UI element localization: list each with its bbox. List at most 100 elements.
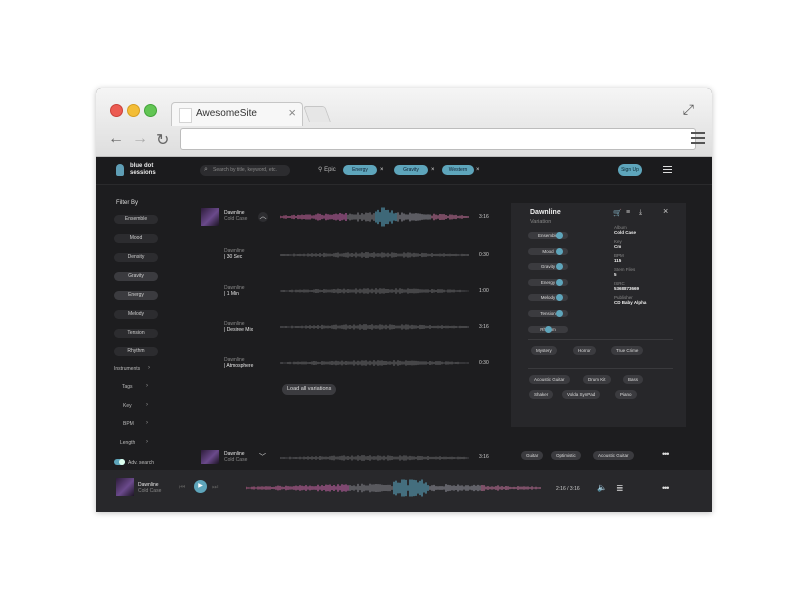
volume-icon[interactable]: 🔈 [597, 483, 607, 492]
slider-knob[interactable] [556, 310, 564, 317]
address-bar[interactable] [180, 128, 696, 150]
section-key[interactable]: Key [123, 403, 132, 409]
browser-menu-icon[interactable] [691, 132, 705, 147]
section-length[interactable]: Length [120, 440, 135, 446]
attr-slider-mood[interactable]: Mood [528, 247, 568, 255]
instrument-tag[interactable]: Acoustic Guitar [529, 375, 570, 384]
cart-icon[interactable]: 🛒 [613, 209, 622, 217]
instrument-tag[interactable]: Drum Kit [583, 375, 611, 384]
hamburger-menu-icon[interactable] [663, 166, 672, 175]
meta-isrc: ISRC 5368873669 [614, 281, 640, 291]
filter-heading: Filter By [116, 200, 139, 206]
filter-chip-energy[interactable]: Energy [343, 165, 377, 175]
filter-pill-gravity[interactable]: Gravity [114, 272, 158, 281]
remove-filter-western-icon[interactable]: × [476, 165, 480, 175]
slider-knob[interactable] [544, 325, 552, 333]
mood-tag[interactable]: Horror [573, 346, 596, 355]
variation-1[interactable]: Dawnline | 30 Sec [224, 248, 245, 260]
second-waveform[interactable] [280, 452, 470, 464]
variation-4[interactable]: Dawnline | Atmosphere [224, 357, 253, 369]
instrument-tag[interactable]: Bass [623, 375, 644, 384]
close-window-button[interactable] [110, 104, 123, 117]
previous-icon[interactable]: ⏮ [179, 484, 185, 492]
track-tag[interactable]: Acoustic Guitar [593, 451, 634, 460]
section-bpm[interactable]: BPM [123, 421, 134, 427]
playlist-add-icon[interactable]: ≡ [626, 209, 630, 216]
chevron-right-icon[interactable]: › [148, 365, 150, 371]
slider-knob[interactable] [556, 294, 564, 302]
filter-pill-energy[interactable]: Energy [114, 291, 158, 300]
variation-4-waveform[interactable] [280, 357, 470, 369]
track-info[interactable]: Dawnline Cold Case [224, 210, 247, 222]
slider-knob[interactable] [556, 278, 564, 286]
next-icon[interactable]: ⏭ [212, 484, 218, 492]
section-tags[interactable]: Tags [122, 384, 133, 390]
adv-search-toggle[interactable] [114, 459, 125, 465]
remove-filter-energy-icon[interactable]: × [380, 165, 384, 175]
variation-2[interactable]: Dawnline | 1 Min [224, 285, 245, 297]
chevron-right-icon[interactable]: › [146, 439, 148, 445]
attr-slider-rhythm[interactable]: Rhythm [528, 325, 568, 333]
maximize-window-button[interactable] [144, 104, 157, 117]
sign-up-button[interactable]: Sign Up [618, 164, 642, 176]
load-all-variations-button[interactable]: Load all variations [282, 384, 337, 395]
attr-slider-melody[interactable]: Melody [528, 294, 568, 302]
mood-tag[interactable]: True Crime [611, 346, 644, 355]
filter-chip-gravity[interactable]: Gravity [394, 165, 428, 175]
expand-chevron-icon[interactable]: ﹀ [259, 452, 266, 462]
variation-3[interactable]: Dawnline | Desiree Mix [224, 321, 253, 333]
fullscreen-icon[interactable]: ⤢ [683, 101, 694, 118]
album-cover[interactable] [201, 450, 219, 464]
track-tag[interactable]: Optimistic [551, 451, 581, 460]
slider-knob[interactable] [556, 247, 564, 255]
slider-knob[interactable] [556, 232, 564, 239]
player-waveform[interactable] [246, 479, 541, 497]
variation-1-waveform[interactable] [280, 249, 470, 261]
chevron-right-icon[interactable]: › [146, 420, 148, 426]
attr-slider-energy[interactable]: Energy [528, 278, 568, 286]
chevron-right-icon[interactable]: › [146, 402, 148, 408]
slider-knob[interactable] [556, 263, 564, 271]
attr-slider-tension[interactable]: Tension [528, 310, 568, 317]
player-album-cover[interactable] [116, 478, 134, 496]
minimize-window-button[interactable] [127, 104, 140, 117]
chevron-right-icon[interactable]: › [146, 383, 148, 389]
section-instruments[interactable]: Instruments [114, 366, 140, 372]
meta-publisher: Publisher CD Baby Alpha [614, 295, 647, 305]
instrument-tag[interactable]: Shaker [529, 390, 554, 399]
track-tag[interactable]: Guitar [521, 451, 544, 460]
forward-icon[interactable]: → [132, 130, 148, 148]
instrument-tag[interactable]: Piano [615, 390, 637, 399]
mood-tag[interactable]: Mystery [531, 346, 557, 355]
filter-pill-density[interactable]: Density [114, 253, 158, 262]
filter-pill-mood[interactable]: Mood [114, 234, 158, 243]
variation-3-waveform[interactable] [280, 321, 470, 333]
track-info[interactable]: Dawnline Cold Case [224, 451, 247, 463]
instrument-tag[interactable]: Volda SynPad [562, 390, 601, 399]
new-tab-button[interactable] [303, 106, 331, 122]
collapse-chevron-icon[interactable]: ︿ [258, 212, 268, 222]
browser-tab[interactable]: AwesomeSite × [171, 102, 303, 126]
play-button[interactable]: ▶ [194, 480, 207, 493]
tab-close-icon[interactable]: × [288, 105, 296, 120]
filter-chip-western[interactable]: Western [442, 165, 474, 175]
variation-2-waveform[interactable] [280, 285, 470, 297]
main-waveform[interactable] [280, 207, 470, 227]
more-options-icon[interactable]: ••• [662, 449, 670, 459]
more-options-icon[interactable]: ••• [662, 483, 670, 493]
attr-slider-ensemble[interactable]: Ensemble [528, 232, 568, 239]
close-panel-icon[interactable]: × [663, 206, 668, 216]
back-icon[interactable]: ← [108, 130, 124, 148]
attr-slider-gravity[interactable]: Gravity [528, 263, 568, 271]
filter-pill-melody[interactable]: Melody [114, 310, 158, 319]
app-content: blue dot sessions ⌕ Search by title, key… [96, 157, 712, 512]
queue-icon[interactable]: ≣ [616, 483, 624, 494]
remove-filter-gravity-icon[interactable]: × [431, 165, 435, 175]
download-icon[interactable]: ⤓ [639, 209, 642, 217]
filter-pill-tension[interactable]: Tension [114, 329, 158, 338]
filter-pill-rhythm[interactable]: Rhythm [114, 347, 158, 356]
search-input[interactable]: ⌕ Search by title, keyword, etc. [200, 165, 290, 176]
album-cover[interactable] [201, 208, 219, 226]
reload-icon[interactable]: ↻ [156, 130, 169, 150]
filter-pill-ensemble[interactable]: Ensemble [114, 215, 158, 224]
